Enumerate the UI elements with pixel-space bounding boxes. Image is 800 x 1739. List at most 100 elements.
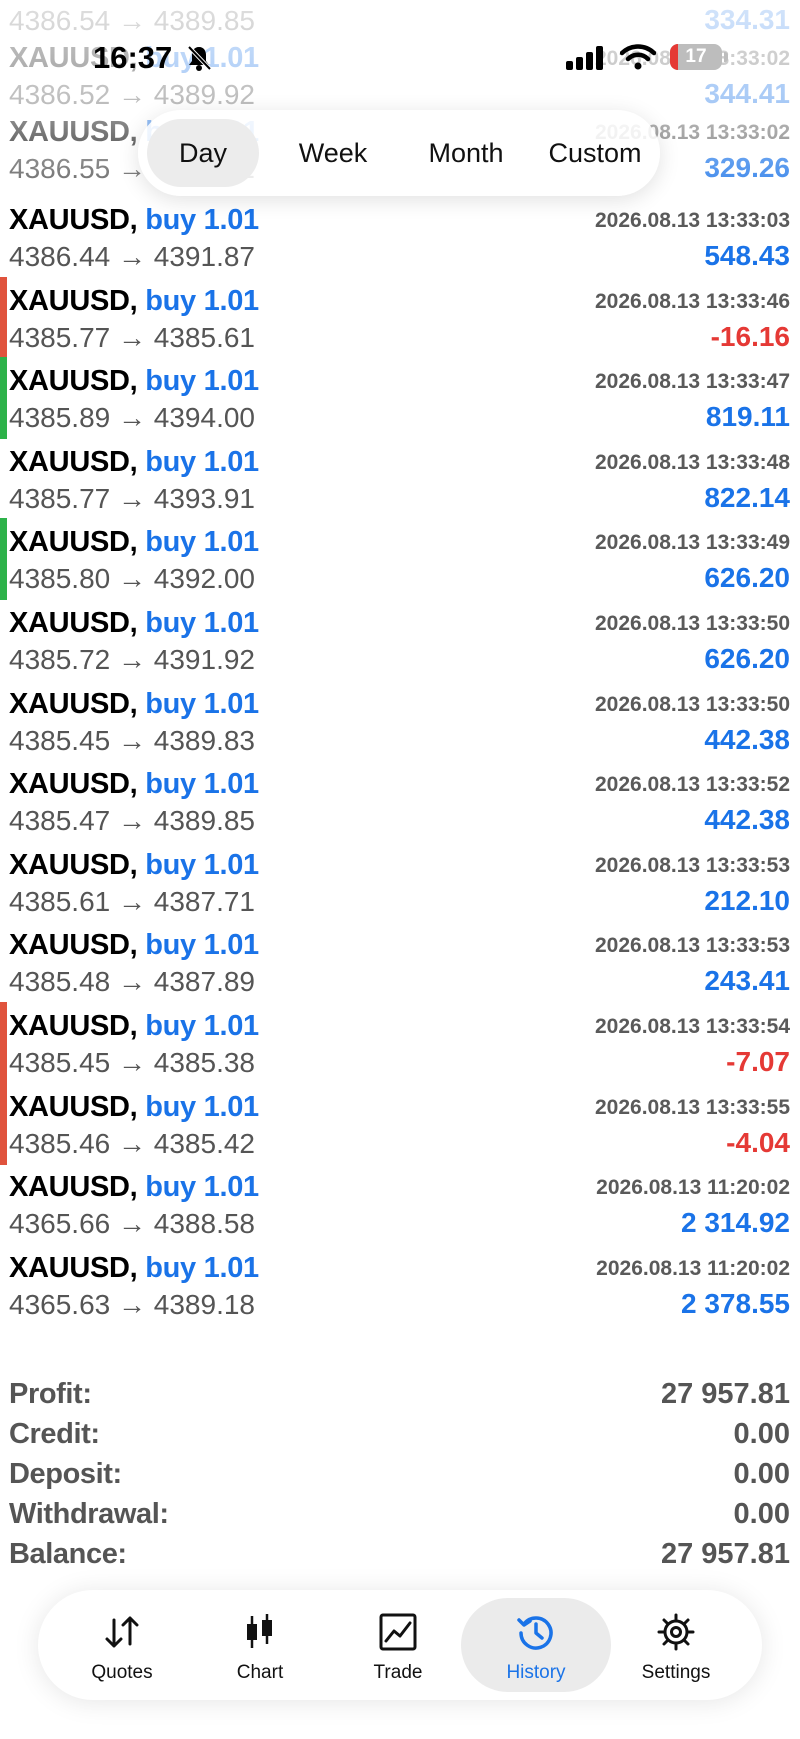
period-tab-week[interactable]: Week bbox=[273, 119, 393, 187]
deal-open-price: 4385.77 bbox=[9, 322, 111, 353]
tab-settings[interactable]: Settings bbox=[601, 1598, 751, 1692]
deal-action: buy bbox=[145, 1091, 196, 1123]
deal-action: buy bbox=[145, 768, 196, 800]
summary-balance-label: Balance: bbox=[9, 1538, 127, 1570]
deal-open-price: 4385.46 bbox=[9, 1128, 111, 1159]
deal-volume: 1.01 bbox=[203, 204, 260, 236]
tab-settings-label: Settings bbox=[641, 1662, 711, 1683]
deal-action: buy bbox=[145, 526, 196, 558]
deal-row[interactable]: XAUUSD, buy 1.01 2026.08.13 13:33:55 4385.… bbox=[0, 1083, 800, 1165]
deal-open-price: 4385.47 bbox=[9, 805, 111, 836]
arrow-right-icon: → bbox=[118, 1208, 146, 1239]
deal-symbol: XAUUSD, bbox=[9, 1010, 138, 1042]
tab-trade[interactable]: Trade bbox=[323, 1598, 473, 1692]
summary-credit-row: Credit: 0.00 bbox=[0, 1418, 800, 1458]
deal-title: XAUUSD, buy 1.01 bbox=[9, 1252, 259, 1285]
deal-row[interactable]: XAUUSD, buy 1.01 2026.08.13 13:33:46 4385.… bbox=[0, 277, 800, 359]
deal-close-price: 4391.87 bbox=[153, 241, 255, 272]
muted-bell-icon bbox=[186, 44, 212, 77]
deal-open-price: 4385.77 bbox=[9, 483, 111, 514]
deal-volume: 1.01 bbox=[203, 607, 260, 639]
tab-history[interactable]: History bbox=[461, 1598, 611, 1692]
deal-time: 2026.08.13 13:33:52 bbox=[595, 773, 790, 796]
deal-action: buy bbox=[145, 204, 196, 236]
deal-time: 2026.08.13 13:33:50 bbox=[595, 612, 790, 635]
deal-action: buy bbox=[145, 849, 196, 881]
period-tab-custom[interactable]: Custom bbox=[533, 119, 657, 187]
tab-chart[interactable]: Chart bbox=[185, 1598, 335, 1692]
history-clock-icon bbox=[517, 1616, 553, 1650]
deal-symbol: XAUUSD, bbox=[9, 1171, 138, 1203]
battery-icon: 17 bbox=[670, 44, 722, 70]
deal-symbol: XAUUSD, bbox=[9, 116, 138, 148]
deal-open-price: 4385.45 bbox=[9, 1047, 111, 1078]
deal-row[interactable]: XAUUSD, buy 1.01 2026.08.13 13:33:03 4386.… bbox=[0, 196, 800, 278]
arrow-right-icon: → bbox=[118, 805, 146, 836]
deal-prices: 4386.52 → 4389.92 bbox=[9, 79, 255, 111]
deal-action: buy bbox=[145, 688, 196, 720]
deal-time: 2026.08.13 13:33:48 bbox=[595, 451, 790, 474]
deal-row[interactable]: XAUUSD, buy 1.01 2026.08.13 13:33:49 4385.… bbox=[0, 518, 800, 600]
deal-row[interactable]: XAUUSD, buy 1.01 2026.08.13 11:20:02 4365.… bbox=[0, 1163, 800, 1245]
deal-profit: 626.20 bbox=[704, 562, 790, 593]
deal-row[interactable]: XAUUSD, buy 1.01 2026.08.13 11:20:02 4365.… bbox=[0, 1244, 800, 1326]
cellular-signal-icon bbox=[566, 46, 606, 75]
summary-withdrawal-label: Withdrawal: bbox=[9, 1498, 169, 1530]
trade-chart-icon bbox=[379, 1613, 417, 1651]
summary-profit-row: Profit: 27 957.81 bbox=[0, 1378, 800, 1418]
deal-close-price: 4385.38 bbox=[153, 1047, 255, 1078]
deal-row[interactable]: XAUUSD, buy 1.01 2026.08.13 13:33:53 4385.… bbox=[0, 841, 800, 923]
summary-profit-value: 27 957.81 bbox=[660, 1378, 790, 1410]
candlestick-chart-icon bbox=[247, 1614, 272, 1648]
deal-close-price: 4385.42 bbox=[153, 1128, 255, 1159]
deal-result-marker bbox=[0, 277, 7, 359]
tab-trade-label: Trade bbox=[373, 1662, 423, 1683]
deal-symbol: XAUUSD, bbox=[9, 1252, 138, 1284]
deal-row[interactable]: XAUUSD, buy 1.01 2026.08.13 13:33:53 4385.… bbox=[0, 921, 800, 1003]
arrow-right-icon: → bbox=[118, 563, 146, 594]
deal-volume: 1.01 bbox=[203, 526, 260, 558]
deal-row[interactable]: XAUUSD, buy 1.01 2026.08.13 13:33:52 4385.… bbox=[0, 760, 800, 842]
deal-row[interactable]: XAUUSD, buy 1.01 2026.08.13 13:33:54 4385.… bbox=[0, 1002, 800, 1084]
deal-close-price: 4385.61 bbox=[153, 322, 255, 353]
summary-withdrawal-row: Withdrawal: 0.00 bbox=[0, 1498, 800, 1538]
summary-balance-row: Balance: 27 957.81 bbox=[0, 1538, 800, 1578]
deal-symbol: XAUUSD, bbox=[9, 607, 138, 639]
deal-row[interactable]: XAUUSD, buy 1.01 2026.08.13 13:33:50 4385.… bbox=[0, 599, 800, 681]
period-tab-day[interactable]: Day bbox=[147, 119, 259, 187]
deal-time: 2026.08.13 13:33:50 bbox=[595, 693, 790, 716]
deal-volume: 1.01 bbox=[203, 688, 260, 720]
deal-result-marker bbox=[0, 1083, 7, 1165]
deal-title: XAUUSD, buy 1.01 bbox=[9, 1010, 259, 1043]
deal-symbol: XAUUSD, bbox=[9, 285, 138, 317]
period-tab-month[interactable]: Month bbox=[403, 119, 529, 187]
summary-withdrawal-value: 0.00 bbox=[733, 1498, 790, 1530]
deal-time: 2026.08.13 13:33:55 bbox=[595, 1096, 790, 1119]
deal-symbol: XAUUSD, bbox=[9, 446, 138, 478]
deal-symbol: XAUUSD, bbox=[9, 365, 138, 397]
deal-profit: 243.41 bbox=[704, 965, 790, 996]
deal-time: 2026.08.13 11:20:02 bbox=[596, 1176, 790, 1199]
deal-time: 2026.08.13 13:33:49 bbox=[595, 531, 790, 554]
deal-open-price: 4385.72 bbox=[9, 644, 111, 675]
deal-open-price: 4386.55 bbox=[9, 153, 111, 184]
deal-close-price: 4391.92 bbox=[153, 644, 255, 675]
bottom-tab-bar: Quotes Chart Trade History Settings bbox=[38, 1590, 762, 1700]
deal-title: XAUUSD, buy 1.01 bbox=[9, 446, 259, 479]
deal-row[interactable]: XAUUSD, buy 1.01 2026.08.13 13:33:48 4385.… bbox=[0, 438, 800, 520]
arrow-right-icon: → bbox=[118, 1047, 146, 1078]
tab-quotes[interactable]: Quotes bbox=[47, 1598, 197, 1692]
deal-volume: 1.01 bbox=[203, 849, 260, 881]
arrow-right-icon: → bbox=[118, 1289, 146, 1320]
deal-profit: 819.11 bbox=[705, 401, 790, 432]
deal-profit: 442.38 bbox=[704, 724, 790, 755]
deal-row[interactable]: XAUUSD, buy 1.01 2026.08.13 13:33:47 4385.… bbox=[0, 357, 800, 439]
deal-open-price: 4365.66 bbox=[9, 1208, 111, 1239]
deal-prices: 4385.46 → 4385.42 bbox=[9, 1128, 255, 1160]
wifi-icon bbox=[619, 44, 657, 75]
deal-prices: 4385.61 → 4387.71 bbox=[9, 886, 255, 918]
deal-profit: 329.26 bbox=[704, 152, 790, 183]
deal-close-price: 4393.91 bbox=[153, 483, 255, 514]
deal-row[interactable]: XAUUSD, buy 1.01 2026.08.13 13:33:50 4385.… bbox=[0, 680, 800, 762]
tab-chart-label: Chart bbox=[236, 1662, 284, 1683]
